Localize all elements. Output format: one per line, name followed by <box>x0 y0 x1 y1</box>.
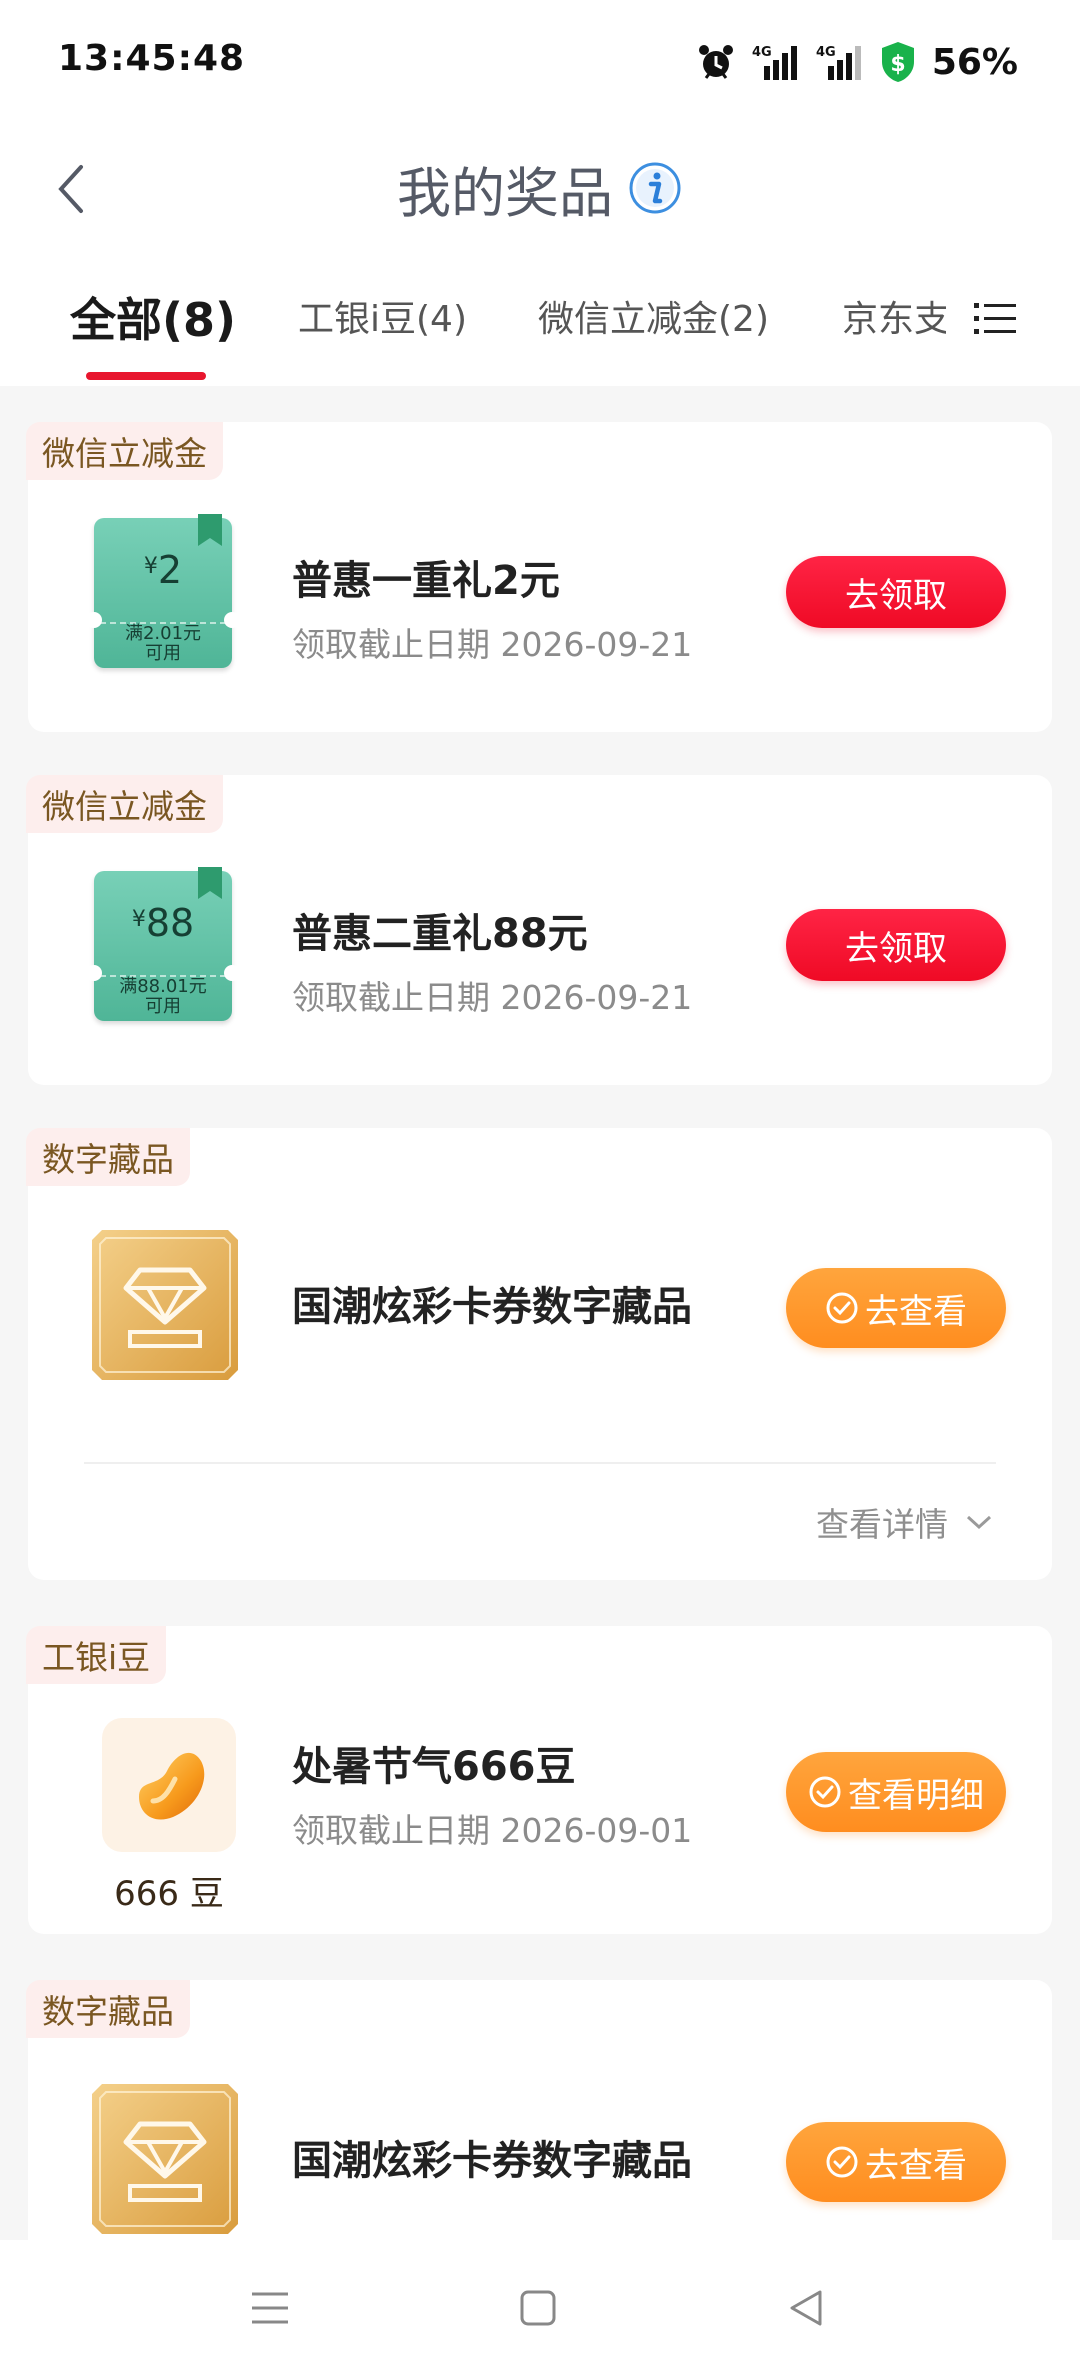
prize-card: 数字藏品 国潮炫彩卡券数字藏品 去查看 <box>26 1980 1052 2240</box>
coupon-condition: 满2.01元 可用 <box>124 623 202 664</box>
prize-title: 普惠一重礼2元 <box>292 558 560 604</box>
prize-deadline: 领取截止日期 2026-09-21 <box>292 978 693 1017</box>
tab-icbc-beans[interactable]: 工银i豆(4) <box>298 290 467 342</box>
alarm-icon <box>698 45 733 79</box>
prize-category-tag: 工银i豆 <box>26 1626 167 1684</box>
list-menu-icon[interactable] <box>970 294 1020 344</box>
svg-text:4G: 4G <box>752 45 772 60</box>
home-button[interactable] <box>506 2276 570 2340</box>
prize-category-tag: 数字藏品 <box>26 1980 190 2038</box>
bean-image <box>102 1718 236 1852</box>
menu-lines-icon <box>252 2292 288 2324</box>
check-circle-icon <box>826 2146 858 2178</box>
prize-card: 微信立减金 ¥88 满88.01元 可用 普惠二重礼88元 领取截止日期 2026… <box>26 775 1052 1085</box>
prize-card: 数字藏品 国潮炫彩卡券数字藏品 去查看 查看详情 <box>26 1128 1052 1580</box>
square-icon <box>520 2290 556 2326</box>
coupon-condition: 满88.01元 可用 <box>119 976 207 1017</box>
page-title: 我的奖品 <box>397 161 613 225</box>
tab-active-indicator <box>86 372 206 380</box>
coupon-amount: ¥2 <box>143 548 183 592</box>
info-icon[interactable] <box>627 160 683 216</box>
prize-title: 普惠二重礼88元 <box>292 911 588 957</box>
prize-category-tag: 微信立减金 <box>26 422 223 480</box>
divider <box>84 1462 996 1464</box>
system-nav-bar <box>0 2240 1080 2376</box>
view-button[interactable]: 去查看 <box>786 1268 1006 1348</box>
tab-all[interactable]: 全部(8) <box>70 284 236 350</box>
signal-4g-icon: 4G <box>816 45 861 80</box>
prize-title: 处暑节气666豆 <box>292 1744 576 1790</box>
view-details-link[interactable]: 查看详情 <box>816 1498 994 1546</box>
prize-card: 工银i豆 666 豆 处暑节气666豆 领取截止日期 2026-09-01 查看… <box>26 1626 1052 1934</box>
prize-deadline: 领取截止日期 2026-09-01 <box>292 1811 693 1850</box>
ribbon-icon <box>198 514 222 546</box>
coupon-icon: ¥2 满2.01元 可用 <box>86 514 240 668</box>
battery-level: 56% <box>931 41 1018 83</box>
coupon-amount: ¥88 <box>131 901 195 945</box>
recent-apps-button[interactable] <box>238 2276 302 2340</box>
diamond-collectible-icon <box>92 1230 238 1380</box>
prize-deadline: 领取截止日期 2026-09-21 <box>292 625 693 664</box>
bean-icon <box>139 1752 205 1820</box>
diamond-collectible-icon <box>92 2084 238 2234</box>
claim-button[interactable]: 去领取 <box>786 556 1006 628</box>
status-icons: 4G 4G $ 56% <box>696 34 1018 90</box>
triangle-back-icon <box>790 2290 822 2326</box>
prize-category-tag: 数字藏品 <box>26 1128 190 1186</box>
tab-bar: 全部(8) 工银i豆(4) 微信立减金(2) 京东支 <box>0 250 1080 386</box>
back-nav-button[interactable] <box>774 2276 838 2340</box>
prize-card: 微信立减金 ¥2 满2.01元 可用 普惠一重礼2元 领取截止日期 2026-09… <box>26 422 1052 732</box>
security-shield-icon: $ <box>881 42 914 82</box>
check-circle-icon <box>809 1776 841 1808</box>
prize-title: 国潮炫彩卡券数字藏品 <box>292 2138 692 2184</box>
signal-4g-icon: 4G <box>752 45 797 80</box>
status-time: 13:45:48 <box>58 38 246 79</box>
chevron-down-icon <box>966 1515 992 1530</box>
view-details-button[interactable]: 查看明细 <box>786 1752 1006 1832</box>
tab-jd-clip: 京东支 <box>842 290 946 350</box>
check-circle-icon <box>826 1292 858 1324</box>
view-button[interactable]: 去查看 <box>786 2122 1006 2202</box>
coupon-icon: ¥88 满88.01元 可用 <box>86 867 240 1021</box>
header: 我的奖品 <box>0 130 1080 250</box>
prize-title: 国潮炫彩卡券数字藏品 <box>292 1284 692 1330</box>
bean-amount-caption: 666 豆 <box>114 1874 224 1914</box>
prize-list: 微信立减金 ¥2 满2.01元 可用 普惠一重礼2元 领取截止日期 2026-09… <box>0 386 1080 2240</box>
status-bar: 13:45:48 4G 4G $ 56% <box>0 0 1080 130</box>
claim-button[interactable]: 去领取 <box>786 909 1006 981</box>
svg-text:$: $ <box>890 52 905 77</box>
svg-text:4G: 4G <box>816 45 836 60</box>
prize-category-tag: 微信立减金 <box>26 775 223 833</box>
tab-wechat-coupon[interactable]: 微信立减金(2) <box>538 290 769 342</box>
tab-jd[interactable]: 京东支 <box>842 290 946 342</box>
ribbon-icon <box>198 867 222 899</box>
